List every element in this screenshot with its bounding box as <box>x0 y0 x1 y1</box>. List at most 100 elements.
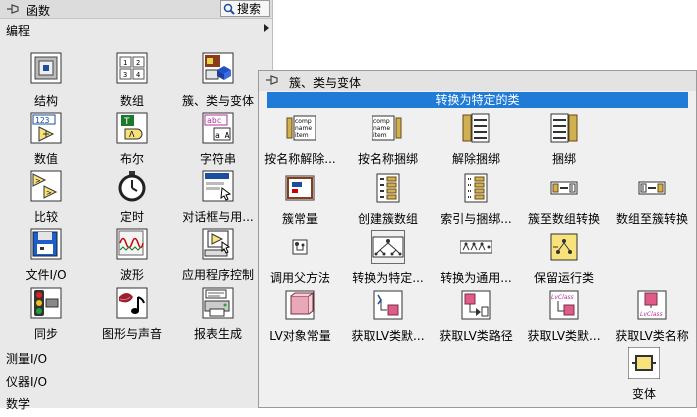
palette-item-label: 结构 <box>33 94 58 108</box>
bundle-icon <box>550 113 578 143</box>
item-text: item <box>373 132 387 139</box>
index-and-bundle-icon <box>464 173 488 203</box>
search-button[interactable]: 搜索 <box>220 0 270 17</box>
get-lv-class-default-value-by-name[interactable]: LvClass 获取LV类默... <box>523 289 605 359</box>
subpalette-title: 簇、类与变体 <box>289 76 362 90</box>
palette-item-label: 波形 <box>119 268 144 282</box>
subpalette-item-label: 转换为通用... <box>440 271 512 285</box>
palette-item-label: 字符串 <box>199 152 236 166</box>
cluster-class-variant-palette: 簇、类与变体 转换为特定的类 comp name item 按名称解除... com… <box>258 70 697 408</box>
build-cluster-array-icon <box>376 173 400 203</box>
preserve-run-time-class-icon <box>550 233 578 261</box>
subpalette-item-label: LV对象常量 <box>269 329 331 343</box>
structures-icon <box>30 52 62 84</box>
svg-text:3: 3 <box>123 71 127 79</box>
comp-text: comp <box>295 118 312 125</box>
palette-item-label: 簇、类与变体 <box>181 94 254 108</box>
report-generation-icon <box>202 287 234 319</box>
variant-icon <box>628 347 660 379</box>
category-mathematics[interactable]: 数学 <box>6 395 30 412</box>
svg-text:4: 4 <box>136 71 140 79</box>
item-text: item <box>295 132 309 139</box>
subpalette-item-label: 解除捆绑 <box>451 152 500 166</box>
get-lv-class-name-icon: LvClass <box>637 290 667 320</box>
subpalette-item-label: 变体 <box>631 387 656 401</box>
subpalette-item-label: 获取LV类默... <box>527 329 601 343</box>
subpalette-item-label: 调用父方法 <box>269 271 330 285</box>
svg-text:T: T <box>123 117 130 127</box>
string-icon: abc a A <box>202 112 234 144</box>
functions-title: 函数 <box>26 4 51 18</box>
svg-text:2: 2 <box>136 59 140 67</box>
graphics-sound-icon <box>116 287 148 319</box>
array-to-cluster[interactable]: 数组至簇转换 <box>611 172 693 242</box>
comparison-icon: >> <box>30 170 62 202</box>
lv-object-constant[interactable]: LV对象常量 <box>259 289 341 359</box>
svg-text:Λ: Λ <box>129 130 135 139</box>
array-to-cluster-icon <box>638 181 666 195</box>
selected-item-tooltip: 转换为特定的类 <box>267 92 688 108</box>
lvclass-text: LvClass <box>640 311 663 318</box>
palette-item-label: 对话框与用... <box>182 210 254 224</box>
get-lv-class-default-by-name-icon: LvClass <box>549 290 579 320</box>
search-label: 搜索 <box>237 2 262 16</box>
cluster-constant-icon <box>285 175 315 201</box>
svg-text:abc: abc <box>207 116 222 125</box>
to-more-generic-class-icon <box>460 240 492 254</box>
dialog-ui-icon <box>202 170 234 202</box>
category-programming[interactable]: 编程 <box>6 22 30 39</box>
svg-text:1: 1 <box>123 59 127 67</box>
svg-text:a A: a A <box>215 131 230 140</box>
unbundle-by-name-icon: compnameitem <box>286 115 316 141</box>
subpalette-item-label: 获取LV类路径 <box>439 329 513 343</box>
palette-item-label: 布尔 <box>119 152 144 166</box>
palette-item-label: 报表生成 <box>193 327 242 341</box>
functions-titlebar: 函数 搜索 <box>0 0 272 19</box>
waveform-icon <box>116 228 148 260</box>
palette-item-label: 比较 <box>33 210 58 224</box>
subpalette-item-label: 获取LV类默... <box>351 329 425 343</box>
pin-icon[interactable] <box>6 3 20 15</box>
svg-text:123: 123 <box>35 116 50 125</box>
subpalette-item-label: 数组至簇转换 <box>615 212 688 226</box>
palette-item-label: 定时 <box>119 210 144 224</box>
comp-text: comp <box>373 118 390 125</box>
svg-text:>: > <box>46 189 52 197</box>
subpalette-item-label: 捆绑 <box>551 152 576 166</box>
subpalette-item-label: 按名称解除... <box>264 152 336 166</box>
category-measurement-io[interactable]: 测量I/O <box>6 350 47 367</box>
subpalette-item-label: 簇常量 <box>281 212 318 226</box>
cluster-to-array-icon <box>550 181 578 195</box>
boolean-icon: TΛ <box>116 112 148 144</box>
subpalette-item-label: 簇至数组转换 <box>527 212 600 226</box>
cluster-class-variant-icon <box>202 52 234 84</box>
get-lv-class-default-icon <box>373 290 403 320</box>
name-text: name <box>373 125 390 132</box>
subpalette-item-label: 保留运行类 <box>533 271 594 285</box>
palette-item-label: 数组 <box>119 94 144 108</box>
bundle-by-name-icon: compnameitem <box>372 115 402 141</box>
lvclass-text: LvClass <box>551 294 574 301</box>
file-io-icon <box>30 228 62 260</box>
call-parent-method-icon <box>292 239 308 255</box>
array-icon: 1 2 3 4 <box>116 52 148 84</box>
synchronization-icon <box>30 287 62 319</box>
timing-icon <box>118 171 146 202</box>
pin-icon[interactable] <box>265 74 279 86</box>
lv-object-constant-icon <box>285 290 315 320</box>
functions-palette: 函数 搜索 编程 结构 1234 数组 簇、类与变体 123 数值 TΛ 布尔 … <box>0 0 273 411</box>
app-control-icon <box>202 228 234 260</box>
category-instrument-io[interactable]: 仪器I/O <box>6 373 47 390</box>
name-text: name <box>295 125 312 132</box>
variant[interactable]: 变体 <box>603 347 685 417</box>
subpalette-item-label: 索引与捆绑... <box>440 212 512 226</box>
search-icon <box>223 3 235 15</box>
palette-item-label: 数值 <box>33 152 58 166</box>
numeric-icon: 123 <box>30 112 62 144</box>
unbundle-icon <box>462 113 490 143</box>
palette-item-label: 同步 <box>33 327 58 341</box>
palette-item-label: 应用程序控制 <box>181 268 254 282</box>
get-lv-class-default-value[interactable]: 获取LV类默... <box>347 289 429 359</box>
to-more-specific-class-icon <box>371 230 405 264</box>
get-lv-class-path[interactable]: 获取LV类路径 <box>435 289 517 359</box>
